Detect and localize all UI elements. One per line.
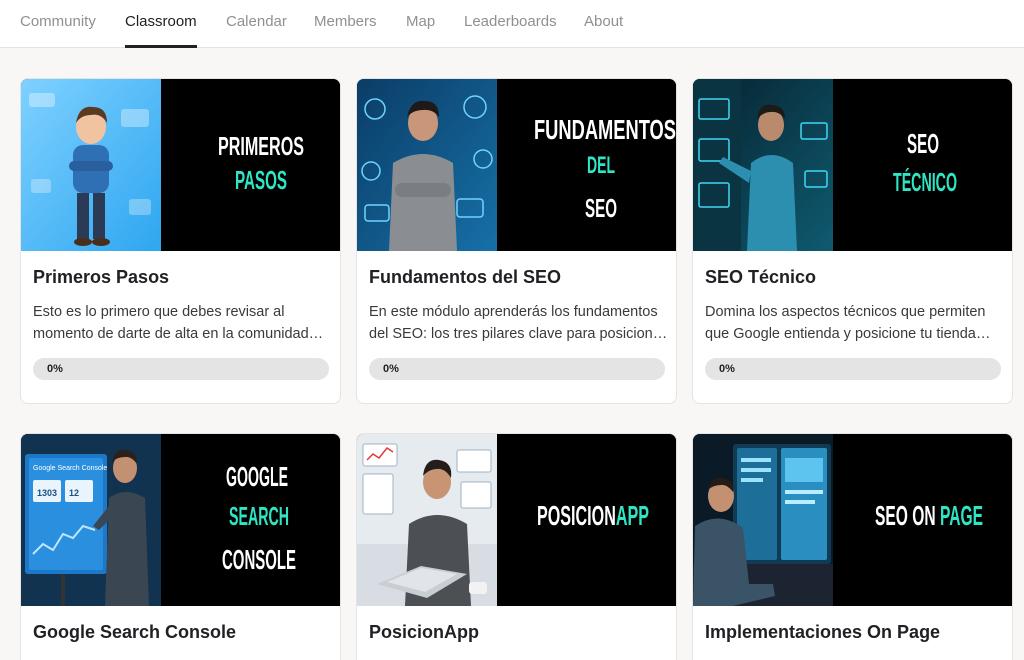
screen-kpi: 12 bbox=[69, 488, 79, 498]
course-thumbnail-image bbox=[357, 79, 676, 251]
course-description-line: momento de darte de alta en la comunidad… bbox=[33, 326, 324, 342]
course-title: Google Search Console bbox=[33, 622, 237, 642]
course-thumbnail: Google Search Console 1303 12 GOOGLE SEA… bbox=[21, 434, 340, 606]
course-progress-label: 0% bbox=[719, 363, 735, 375]
course-description: Esto es lo primero que debes revisar al … bbox=[33, 301, 330, 345]
course-title: Implementaciones On Page bbox=[705, 622, 941, 642]
course-description-line: del SEO: los tres pilares clave para pos… bbox=[369, 326, 666, 342]
course-card-implementaciones-on-page[interactable]: SEO ON PAGE Implementaciones On Page bbox=[692, 433, 1013, 660]
course-thumbnail: POSICIONAPP bbox=[357, 434, 676, 606]
course-thumbnail-image: Google Search Console 1303 12 bbox=[21, 434, 340, 606]
tab-community[interactable]: Community bbox=[20, 0, 96, 48]
course-thumbnail-image bbox=[693, 434, 1012, 606]
tab-map[interactable]: Map bbox=[406, 0, 435, 48]
course-description: En este módulo aprenderás los fundamento… bbox=[369, 301, 666, 345]
course-thumbnail: FUNDAMENTOS DEL SEO bbox=[357, 79, 676, 251]
course-thumbnail: PRIMEROS PASOS bbox=[21, 79, 340, 251]
course-description-line: que Google entienda y posicione tu tiend… bbox=[705, 326, 991, 342]
course-progress-label: 0% bbox=[383, 363, 399, 375]
course-description: Domina los aspectos técnicos que permite… bbox=[705, 301, 1002, 345]
screen-heading: Google Search Console bbox=[33, 465, 107, 472]
course-thumbnail-image bbox=[357, 434, 676, 606]
tab-members[interactable]: Members bbox=[314, 0, 377, 48]
tab-classroom[interactable]: Classroom bbox=[125, 0, 197, 48]
course-card-google-search-console[interactable]: Google Search Console 1303 12 GOOGLE SEA… bbox=[20, 433, 341, 660]
course-thumbnail: SEO TÉCNICO bbox=[693, 79, 1012, 251]
course-thumbnail-image bbox=[21, 79, 340, 251]
course-thumbnail-image bbox=[693, 79, 1012, 251]
course-title: Primeros Pasos bbox=[33, 267, 170, 287]
course-progress-bar: 0% bbox=[33, 358, 329, 380]
tab-about[interactable]: About bbox=[584, 0, 623, 48]
course-title: PosicionApp bbox=[369, 622, 480, 642]
course-progress-label: 0% bbox=[47, 363, 63, 375]
tab-leaderboards[interactable]: Leaderboards bbox=[464, 0, 557, 48]
course-title: Fundamentos del SEO bbox=[369, 267, 562, 287]
tab-calendar[interactable]: Calendar bbox=[226, 0, 287, 48]
course-title: SEO Técnico bbox=[705, 267, 817, 287]
course-description-line: En este módulo aprenderás los fundamento… bbox=[369, 304, 658, 320]
course-thumbnail: SEO ON PAGE bbox=[693, 434, 1012, 606]
course-description-line: Domina los aspectos técnicos que permite… bbox=[705, 304, 986, 320]
course-progress-bar: 0% bbox=[705, 358, 1001, 380]
screen-kpi: 1303 bbox=[37, 488, 57, 498]
course-card-fundamentos-del-seo[interactable]: FUNDAMENTOS DEL SEO Fundamentos del SEO … bbox=[356, 78, 677, 404]
course-card-primeros-pasos[interactable]: PRIMEROS PASOS Primeros Pasos Esto es lo… bbox=[20, 78, 341, 404]
course-description-line: Esto es lo primero que debes revisar al bbox=[33, 304, 285, 320]
course-card-posicionapp[interactable]: POSICIONAPP PosicionApp bbox=[356, 433, 677, 660]
course-card-seo-tecnico[interactable]: SEO TÉCNICO SEO Técnico Domina los aspec… bbox=[692, 78, 1013, 404]
course-progress-bar: 0% bbox=[369, 358, 665, 380]
top-navigation: Community Classroom Calendar Members Map… bbox=[0, 0, 1024, 48]
